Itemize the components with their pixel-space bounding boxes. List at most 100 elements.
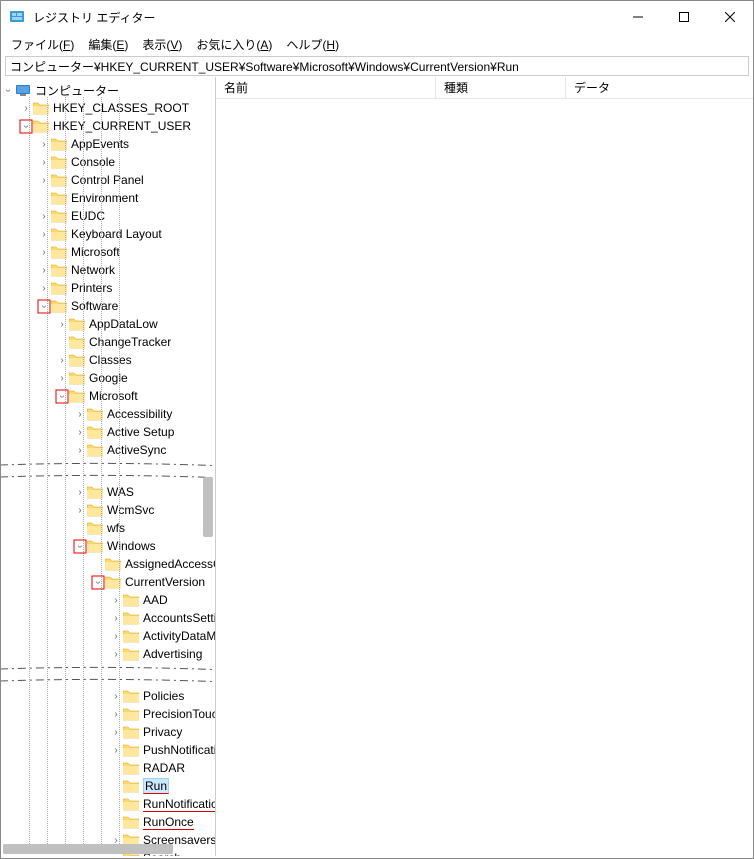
chevron-icon[interactable]: ›: [92, 575, 105, 589]
tree-item-label: Control Panel: [71, 173, 144, 187]
tree-item-n27[interactable]: ›ActivityDataModel: [1, 627, 215, 645]
tree-item-root[interactable]: ›コンピューター: [1, 81, 215, 99]
chevron-icon[interactable]: ›: [37, 283, 51, 294]
tree-item-hkcr[interactable]: ›HKEY_CLASSES_ROOT: [1, 99, 215, 117]
tree-item-n32[interactable]: ›PushNotifications: [1, 741, 215, 759]
tree-item-label: Network: [71, 263, 115, 277]
menu-edit[interactable]: 編集(E): [82, 34, 134, 55]
folder-icon: [105, 575, 121, 589]
chevron-icon[interactable]: ›: [109, 649, 123, 660]
folder-icon: [87, 425, 103, 439]
chevron-icon[interactable]: ›: [55, 355, 69, 366]
tree-item-n30[interactable]: ›PrecisionTouchPad: [1, 705, 215, 723]
chevron-icon[interactable]: ›: [109, 745, 123, 756]
close-button[interactable]: [707, 1, 753, 33]
chevron-icon[interactable]: ›: [74, 539, 87, 553]
tree-item-n18[interactable]: ›ActiveSync: [1, 441, 215, 459]
chevron-icon[interactable]: ›: [55, 373, 69, 384]
tree-item-n1[interactable]: ›AppEvents: [1, 135, 215, 153]
tree-item-n7[interactable]: ›Microsoft: [1, 243, 215, 261]
tree-item-n19[interactable]: ›WAS: [1, 483, 215, 501]
tree-item-n8[interactable]: › Network: [1, 261, 215, 279]
tree-item-n29[interactable]: ›Policies: [1, 687, 215, 705]
menu-view[interactable]: 表示(V): [136, 34, 188, 55]
tree-item-n4[interactable]: ›Environment: [1, 189, 215, 207]
chevron-icon[interactable]: ›: [37, 247, 51, 258]
chevron-icon[interactable]: ›: [56, 389, 69, 403]
col-name[interactable]: 名前: [216, 77, 436, 98]
chevron-icon[interactable]: ›: [55, 319, 69, 330]
menu-file[interactable]: ファイル(F): [5, 34, 80, 55]
tree-item-n26[interactable]: › AccountsSettings: [1, 609, 215, 627]
chevron-icon[interactable]: ›: [73, 427, 87, 438]
col-data[interactable]: データ: [566, 77, 753, 98]
chevron-icon[interactable]: ›: [109, 691, 123, 702]
tree-item-n5[interactable]: ›EUDC: [1, 207, 215, 225]
tree-item-n25[interactable]: ›AAD: [1, 591, 215, 609]
tree-item-n21[interactable]: ›wfs: [1, 519, 215, 537]
tree-item-n16[interactable]: ›Accessibility: [1, 405, 215, 423]
folder-icon: [87, 521, 103, 535]
chevron-icon[interactable]: ›: [73, 409, 87, 420]
address-bar[interactable]: コンピューター¥HKEY_CURRENT_USER¥Software¥Micro…: [5, 56, 749, 76]
tree-item-n20[interactable]: ›WcmSvc: [1, 501, 215, 519]
minimize-button[interactable]: [615, 1, 661, 33]
tree-item-n24[interactable]: ›CurrentVersion: [1, 573, 215, 591]
tree-item-label: Run: [143, 778, 169, 794]
tree-item-n15[interactable]: ›Microsoft: [1, 387, 215, 405]
chevron-icon[interactable]: ›: [109, 595, 123, 606]
col-type[interactable]: 種類: [436, 77, 566, 98]
chevron-icon[interactable]: ›: [3, 83, 14, 97]
tree-item-n6[interactable]: ›Keyboard Layout: [1, 225, 215, 243]
folder-icon: [69, 353, 85, 367]
chevron-icon[interactable]: ›: [73, 487, 87, 498]
tree-item-n34[interactable]: ›Run: [1, 777, 215, 795]
tree-item-n33[interactable]: ›RADAR: [1, 759, 215, 777]
chevron-icon[interactable]: ›: [37, 211, 51, 222]
tree-item-n36[interactable]: ›RunOnce: [1, 813, 215, 831]
tree-pane: ›コンピューター›HKEY_CLASSES_ROOT›HKEY_CURRENT_…: [1, 77, 216, 856]
tree-hscroll[interactable]: [3, 844, 173, 854]
chevron-icon[interactable]: ›: [37, 139, 51, 150]
tree-vscroll[interactable]: [203, 477, 213, 537]
tree-item-n22[interactable]: ›Windows: [1, 537, 215, 555]
folder-icon: [123, 779, 139, 793]
tree-item-n28[interactable]: ›Advertising: [1, 645, 215, 663]
chevron-icon[interactable]: ›: [37, 175, 51, 186]
tree-item-n17[interactable]: ›Active Setup: [1, 423, 215, 441]
tree-item-n9[interactable]: ›Printers: [1, 279, 215, 297]
tree-item-label: AccountsSettings: [143, 611, 215, 625]
tree-item-n3[interactable]: › Control Panel: [1, 171, 215, 189]
tree-item-hkcu[interactable]: ›HKEY_CURRENT_USER: [1, 117, 215, 135]
chevron-icon[interactable]: ›: [19, 103, 33, 114]
menu-favorites[interactable]: お気に入り(A): [190, 34, 278, 55]
chevron-icon[interactable]: ›: [73, 505, 87, 516]
tree-item-label: wfs: [107, 521, 125, 535]
computer-icon: [15, 83, 31, 97]
menu-help[interactable]: ヘルプ(H): [280, 34, 345, 55]
chevron-icon[interactable]: ›: [37, 157, 51, 168]
chevron-icon[interactable]: ›: [37, 265, 51, 276]
tree-item-n35[interactable]: ›RunNotifications: [1, 795, 215, 813]
chevron-icon[interactable]: ›: [109, 709, 123, 720]
chevron-icon[interactable]: ›: [73, 445, 87, 456]
tree-item-n10[interactable]: ›Software: [1, 297, 215, 315]
chevron-icon[interactable]: ›: [38, 299, 51, 313]
chevron-icon[interactable]: ›: [37, 229, 51, 240]
tree-item-n23[interactable]: ›AssignedAccessConfiguration: [1, 555, 215, 573]
folder-icon: [123, 647, 139, 661]
tree-item-n31[interactable]: ›Privacy: [1, 723, 215, 741]
chevron-icon[interactable]: ›: [109, 613, 123, 624]
tree-item-n11[interactable]: ›AppDataLow: [1, 315, 215, 333]
folder-icon: [51, 209, 67, 223]
maximize-button[interactable]: [661, 1, 707, 33]
tree-item-n12[interactable]: ›ChangeTracker: [1, 333, 215, 351]
tree-item-n2[interactable]: ›Console: [1, 153, 215, 171]
chevron-icon[interactable]: ›: [109, 727, 123, 738]
chevron-icon[interactable]: ›: [20, 119, 33, 133]
folder-icon: [87, 485, 103, 499]
folder-icon: [123, 707, 139, 721]
tree-item-n14[interactable]: ›Google: [1, 369, 215, 387]
chevron-icon[interactable]: ›: [109, 631, 123, 642]
tree-item-n13[interactable]: ›Classes: [1, 351, 215, 369]
